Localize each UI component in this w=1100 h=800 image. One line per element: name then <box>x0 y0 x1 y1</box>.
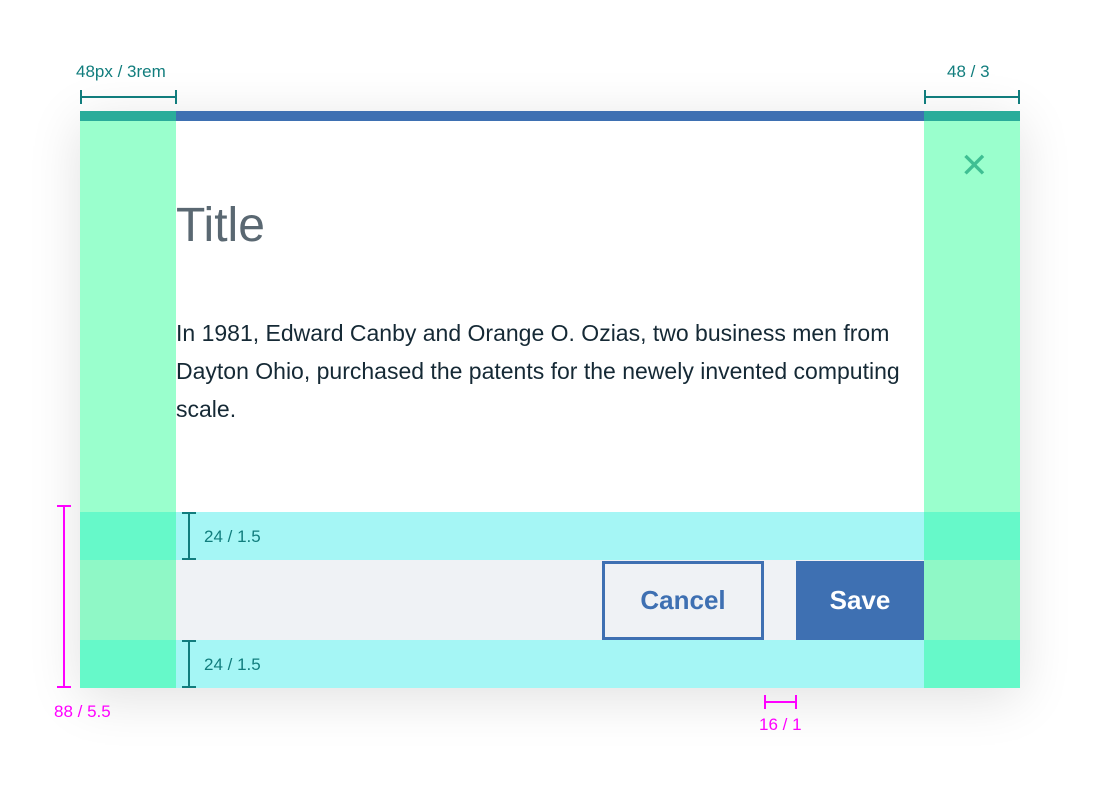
footer-height-label: 88 / 5.5 <box>54 702 111 721</box>
dimension-tick <box>182 558 196 560</box>
dimension-tick <box>924 90 926 104</box>
overlap-overlay <box>80 560 176 640</box>
dimension-tick <box>182 512 196 514</box>
modal-title: Title <box>176 199 265 252</box>
right-padding-label: 48 / 3 <box>947 62 990 81</box>
dimension-line <box>80 96 176 98</box>
footer-top-padding-label: 24 / 1.5 <box>204 527 261 546</box>
dimension-tick <box>1018 90 1020 104</box>
dimension-line <box>188 512 190 560</box>
dimension-line <box>188 640 190 688</box>
dimension-tick <box>182 686 196 688</box>
save-button[interactable]: Save <box>796 561 924 640</box>
overlap-overlay <box>924 640 1020 688</box>
modal-body: In 1981, Edward Canby and Orange O. Ozia… <box>176 320 900 422</box>
dimension-line <box>764 701 796 703</box>
cancel-button[interactable]: Cancel <box>602 561 764 640</box>
dimension-tick <box>175 90 177 104</box>
accent-overlay-left <box>80 111 176 121</box>
dimension-tick <box>57 505 71 507</box>
dimension-line <box>924 96 1020 98</box>
dimension-tick <box>795 695 797 709</box>
button-gap-label: 16 / 1 <box>759 715 802 734</box>
accent-overlay-right <box>924 111 1020 121</box>
modal-top-accent <box>80 111 1020 121</box>
dimension-tick <box>764 695 766 709</box>
overlap-overlay <box>924 512 1020 560</box>
dimension-tick <box>182 640 196 642</box>
overlap-overlay <box>924 560 1020 640</box>
dimension-tick <box>57 686 71 688</box>
footer-bottom-padding-label: 24 / 1.5 <box>204 655 261 674</box>
overlap-overlay <box>80 512 176 560</box>
left-padding-label: 48px / 3rem <box>76 62 166 81</box>
close-icon[interactable]: ✕ <box>960 146 989 186</box>
dimension-tick <box>80 90 82 104</box>
dimension-line <box>63 505 65 688</box>
overlap-overlay <box>80 640 176 688</box>
